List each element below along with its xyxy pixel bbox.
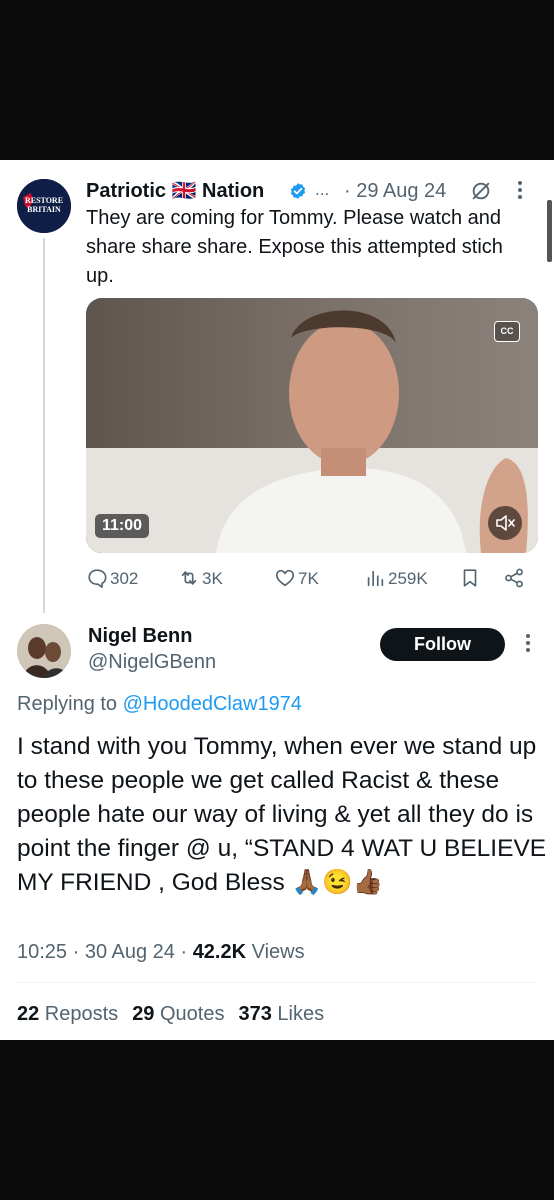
closed-captions-button[interactable]: CC xyxy=(494,321,520,342)
analytics-icon xyxy=(367,570,384,587)
reply-timestamp[interactable]: 10:25 · 30 Aug 24 · xyxy=(17,941,193,963)
avatar-logo-text: RESTORE BRITAIN xyxy=(24,196,64,214)
reply-icon xyxy=(88,569,107,588)
quotes-stat[interactable]: 29 Quotes xyxy=(132,1003,224,1025)
reply-count: 302 xyxy=(110,569,139,588)
replying-to-label: Replying to xyxy=(17,693,123,715)
follow-button[interactable]: Follow xyxy=(380,628,505,661)
reply-more-options-icon[interactable] xyxy=(524,632,532,654)
like-count: 7K xyxy=(298,569,319,588)
share-action[interactable] xyxy=(502,566,526,592)
video-duration: 11:00 xyxy=(95,514,150,538)
speaker-muted-icon xyxy=(496,515,515,531)
repost-count: 3K xyxy=(202,569,223,588)
reply-view-count: 42.2K xyxy=(192,941,247,963)
repost-icon xyxy=(181,571,197,585)
reply-views-label: Views xyxy=(246,941,305,963)
mute-button[interactable] xyxy=(488,506,522,540)
replying-to-mention[interactable]: @HoodedClaw1974 xyxy=(123,693,302,715)
thread-line xyxy=(43,238,45,613)
more-options-icon[interactable] xyxy=(516,179,524,201)
view-count: 259K xyxy=(388,569,428,588)
divider xyxy=(17,982,537,983)
parent-tweet-actions: 302 3K 7K 259K xyxy=(86,566,531,592)
bookmark-action[interactable] xyxy=(459,566,481,592)
reply-author-name[interactable]: Nigel Benn xyxy=(88,622,192,650)
reply-metadata: 10:25 · 30 Aug 24 · 42.2K Views xyxy=(17,938,305,966)
avatar-photo xyxy=(17,624,71,678)
bookmark-icon xyxy=(463,569,477,587)
parent-tweet-date[interactable]: · 29 Aug 24 xyxy=(344,177,446,205)
scrollbar[interactable] xyxy=(547,200,552,262)
parent-tweet-text: They are coming for Tommy. Please watch … xyxy=(86,207,503,287)
share-icon xyxy=(505,568,523,588)
verified-badge-icon xyxy=(290,183,306,199)
tweet-card: RESTORE BRITAIN Patriotic 🇬🇧 Nation ... … xyxy=(0,160,554,1040)
engagement-stats: 22 Reposts 29 Quotes 373 Likes xyxy=(17,1000,324,1028)
reply-text: I stand with you Tommy, when ever we sta… xyxy=(17,733,547,896)
reply-author-handle[interactable]: @NigelGBenn xyxy=(88,648,216,676)
video-player[interactable]: CC 11:00 xyxy=(86,298,538,553)
name-truncation: ... xyxy=(315,180,330,199)
replying-to: Replying to @HoodedClaw1974 xyxy=(17,690,302,718)
likes-stat[interactable]: 373 Likes xyxy=(238,1003,324,1025)
grok-icon[interactable] xyxy=(470,180,492,202)
video-frame xyxy=(86,298,538,553)
patriotic-nation-avatar[interactable]: RESTORE BRITAIN xyxy=(17,179,71,233)
reposts-stat[interactable]: 22 Reposts xyxy=(17,1003,118,1025)
nigel-benn-avatar[interactable] xyxy=(17,624,71,678)
parent-tweet-header: Patriotic 🇬🇧 Nation ... · 29 Aug 24 xyxy=(86,177,546,205)
heart-icon xyxy=(275,569,295,587)
parent-author-name[interactable]: Patriotic 🇬🇧 Nation xyxy=(86,177,264,205)
